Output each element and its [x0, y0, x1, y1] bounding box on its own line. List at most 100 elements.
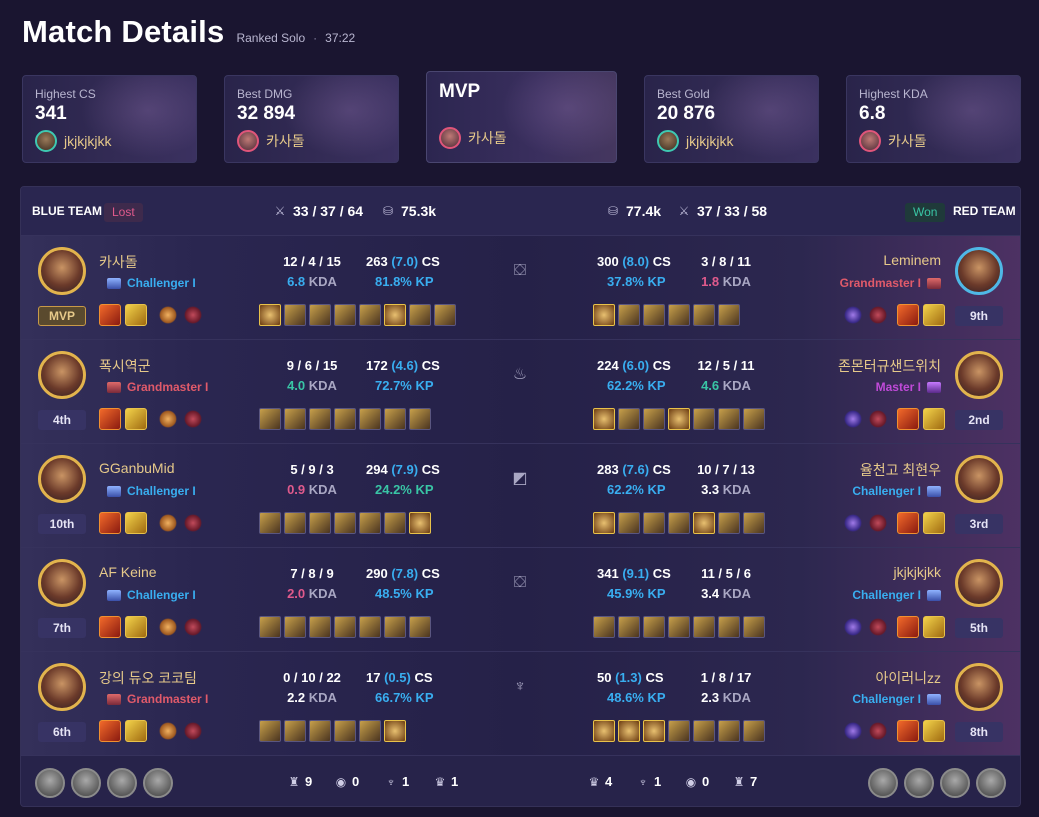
- item-icon[interactable]: [384, 720, 406, 742]
- item-icon[interactable]: [409, 408, 431, 430]
- item-icon[interactable]: [284, 512, 306, 534]
- summoner-spell-icon[interactable]: [897, 512, 919, 534]
- summoner-name[interactable]: AF Keine: [99, 564, 157, 580]
- secondary-rune-icon[interactable]: [184, 722, 202, 740]
- secondary-rune-icon[interactable]: [184, 514, 202, 532]
- champion-portrait[interactable]: [38, 455, 86, 503]
- item-icon[interactable]: [718, 408, 740, 430]
- champion-portrait[interactable]: [955, 455, 1003, 503]
- highest-kda-card[interactable]: Highest KDA 6.8 카사돌: [846, 75, 1021, 163]
- item-icon[interactable]: [409, 512, 431, 534]
- item-icon[interactable]: [718, 304, 740, 326]
- summoner-name[interactable]: Leminem: [883, 252, 941, 268]
- item-icon[interactable]: [359, 512, 381, 534]
- item-icon[interactable]: [334, 720, 356, 742]
- secondary-rune-icon[interactable]: [869, 306, 887, 324]
- summoner-spell-icon[interactable]: [923, 512, 945, 534]
- item-icon[interactable]: [593, 304, 615, 326]
- secondary-rune-icon[interactable]: [184, 306, 202, 324]
- item-icon[interactable]: [643, 512, 665, 534]
- summoner-name[interactable]: 강의 듀오 코코팀: [99, 668, 197, 688]
- summoner-name[interactable]: 아이러니zz: [875, 668, 941, 688]
- mvp-card[interactable]: MVP 카사돌: [426, 71, 617, 163]
- item-icon[interactable]: [668, 720, 690, 742]
- item-icon[interactable]: [359, 304, 381, 326]
- secondary-rune-icon[interactable]: [869, 410, 887, 428]
- secondary-rune-icon[interactable]: [869, 514, 887, 532]
- item-icon[interactable]: [334, 616, 356, 638]
- summoner-spell-icon[interactable]: [99, 720, 121, 742]
- item-icon[interactable]: [409, 616, 431, 638]
- player-row[interactable]: 4th 폭시역군 Grandmaster I 9 / 6 / 15 4.0 KD…: [21, 340, 1020, 444]
- keystone-rune-icon[interactable]: [844, 306, 862, 324]
- item-icon[interactable]: [693, 304, 715, 326]
- item-icon[interactable]: [259, 720, 281, 742]
- item-icon[interactable]: [384, 408, 406, 430]
- secondary-rune-icon[interactable]: [184, 410, 202, 428]
- champion-portrait[interactable]: [955, 663, 1003, 711]
- keystone-rune-icon[interactable]: [844, 618, 862, 636]
- summoner-name[interactable]: jkjkjkjkk: [894, 564, 941, 580]
- item-icon[interactable]: [334, 512, 356, 534]
- summoner-spell-icon[interactable]: [897, 616, 919, 638]
- summoner-spell-icon[interactable]: [99, 408, 121, 430]
- summoner-spell-icon[interactable]: [125, 616, 147, 638]
- keystone-rune-icon[interactable]: [844, 514, 862, 532]
- secondary-rune-icon[interactable]: [869, 618, 887, 636]
- summoner-spell-icon[interactable]: [125, 408, 147, 430]
- summoner-spell-icon[interactable]: [99, 512, 121, 534]
- item-icon[interactable]: [593, 720, 615, 742]
- summoner-spell-icon[interactable]: [897, 720, 919, 742]
- summoner-name[interactable]: 존몬터규샌드위치: [838, 356, 941, 376]
- champion-portrait[interactable]: [955, 559, 1003, 607]
- player-row[interactable]: 7th AF Keine Challenger I 7 / 8 / 9 2.0 …: [21, 548, 1020, 652]
- item-icon[interactable]: [693, 720, 715, 742]
- item-icon[interactable]: [693, 408, 715, 430]
- champion-portrait[interactable]: [955, 247, 1003, 295]
- best-gold-card[interactable]: Best Gold 20 876 jkjkjkjkk: [644, 75, 819, 163]
- item-icon[interactable]: [284, 720, 306, 742]
- item-icon[interactable]: [309, 304, 331, 326]
- item-icon[interactable]: [309, 512, 331, 534]
- champion-portrait[interactable]: [38, 247, 86, 295]
- champion-portrait[interactable]: [38, 351, 86, 399]
- item-icon[interactable]: [409, 304, 431, 326]
- item-icon[interactable]: [668, 304, 690, 326]
- keystone-rune-icon[interactable]: [159, 722, 177, 740]
- keystone-rune-icon[interactable]: [159, 410, 177, 428]
- item-icon[interactable]: [259, 304, 281, 326]
- item-icon[interactable]: [618, 720, 640, 742]
- highest-cs-card[interactable]: Highest CS 341 jkjkjkjkk: [22, 75, 197, 163]
- summoner-name[interactable]: GGanbuMid: [99, 460, 174, 476]
- item-icon[interactable]: [718, 512, 740, 534]
- item-icon[interactable]: [434, 304, 456, 326]
- summoner-name[interactable]: 폭시역군: [99, 356, 151, 376]
- summoner-spell-icon[interactable]: [125, 512, 147, 534]
- item-icon[interactable]: [384, 616, 406, 638]
- champion-portrait[interactable]: [955, 351, 1003, 399]
- summoner-spell-icon[interactable]: [897, 304, 919, 326]
- summoner-spell-icon[interactable]: [125, 304, 147, 326]
- summoner-name[interactable]: 카사돌: [99, 252, 138, 272]
- item-icon[interactable]: [668, 616, 690, 638]
- player-row[interactable]: 10th GGanbuMid Challenger I 5 / 9 / 3 0.…: [21, 444, 1020, 548]
- item-icon[interactable]: [618, 304, 640, 326]
- item-icon[interactable]: [359, 408, 381, 430]
- item-icon[interactable]: [259, 616, 281, 638]
- item-icon[interactable]: [618, 616, 640, 638]
- item-icon[interactable]: [718, 720, 740, 742]
- item-icon[interactable]: [743, 616, 765, 638]
- item-icon[interactable]: [259, 408, 281, 430]
- summoner-spell-icon[interactable]: [923, 616, 945, 638]
- item-icon[interactable]: [643, 616, 665, 638]
- keystone-rune-icon[interactable]: [159, 618, 177, 636]
- best-damage-card[interactable]: Best DMG 32 894 카사돌: [224, 75, 399, 163]
- item-icon[interactable]: [593, 512, 615, 534]
- item-icon[interactable]: [259, 512, 281, 534]
- item-icon[interactable]: [359, 720, 381, 742]
- summoner-spell-icon[interactable]: [923, 408, 945, 430]
- summoner-spell-icon[interactable]: [125, 720, 147, 742]
- item-icon[interactable]: [284, 616, 306, 638]
- item-icon[interactable]: [284, 408, 306, 430]
- item-icon[interactable]: [334, 304, 356, 326]
